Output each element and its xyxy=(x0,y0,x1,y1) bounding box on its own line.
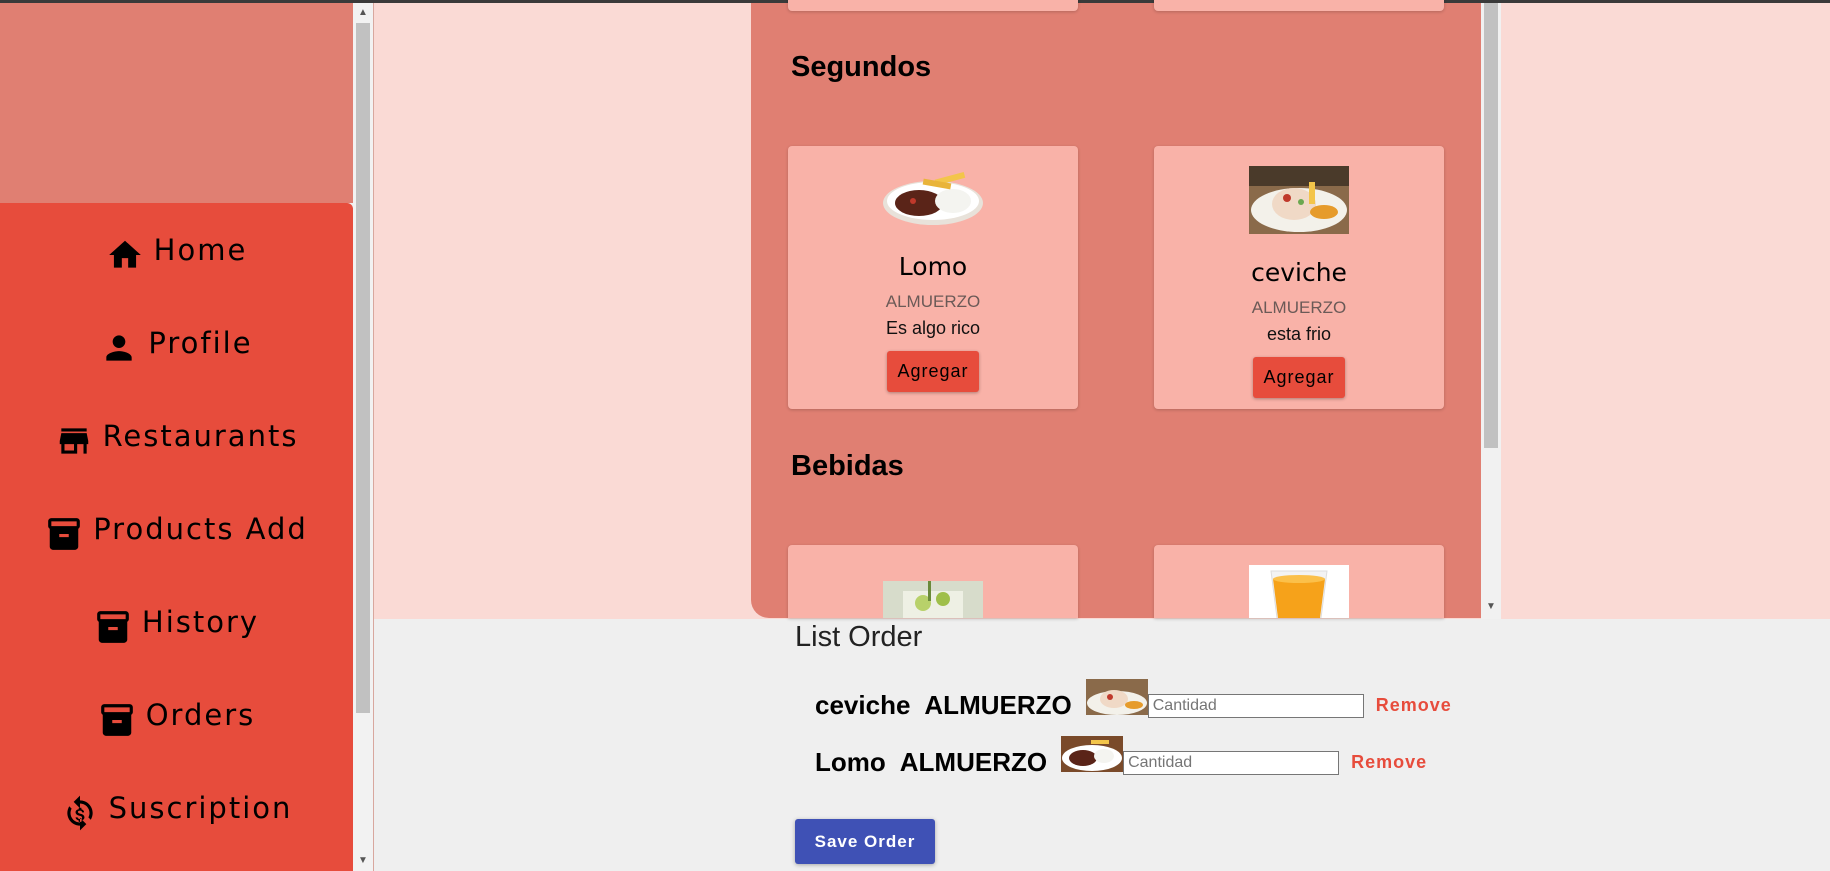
sidebar-item-restaurants[interactable]: Restaurants xyxy=(0,389,353,482)
sidebar-item-label: Home xyxy=(153,232,248,267)
product-description: Es algo rico xyxy=(885,318,981,338)
order-list-title: List Order xyxy=(795,621,923,653)
order-item-image xyxy=(1085,678,1148,715)
sidebar-item-label: Restaurants xyxy=(102,418,299,453)
sidebar-item-history[interactable]: History xyxy=(0,575,353,668)
order-item-image xyxy=(1061,735,1124,772)
add-product-button[interactable]: Agregar xyxy=(1253,357,1345,398)
product-card-lomo: Lomo ALMUERZO Es algo rico Agregar xyxy=(788,146,1078,409)
sidebar-item-label: Profile xyxy=(148,325,253,360)
product-name: Lomo xyxy=(898,252,968,281)
sidebar-item-orders[interactable]: Orders xyxy=(0,668,353,761)
remove-button[interactable]: Remove xyxy=(1351,752,1427,773)
store-icon xyxy=(59,427,88,454)
sidebar-item-label: Orders xyxy=(145,697,256,732)
section-title: Segundos xyxy=(791,51,932,83)
add-product-button[interactable]: Agregar xyxy=(887,351,979,392)
scroll-down-icon[interactable]: ▼ xyxy=(1486,601,1496,612)
sidebar: Home Profile Restaurants Products Add Hi… xyxy=(0,203,353,871)
scrollbar-thumb[interactable] xyxy=(356,23,370,713)
product-image xyxy=(883,171,983,226)
sidebar-item-label: History xyxy=(141,604,260,639)
archive-icon xyxy=(97,610,129,643)
order-item-category: ALMUERZO xyxy=(924,690,1072,720)
sidebar-item-suscription[interactable]: Suscription xyxy=(0,761,353,854)
sidebar-scrollbar[interactable]: ▲ ▼ xyxy=(353,3,374,871)
product-card xyxy=(788,0,1078,11)
remove-button[interactable]: Remove xyxy=(1376,695,1452,716)
products-scrollbar[interactable]: ▼ xyxy=(1481,3,1501,619)
archive-icon xyxy=(100,703,133,736)
order-item-lomo: Lomo ALMUERZO Remove xyxy=(815,735,1427,778)
product-card xyxy=(1154,0,1444,11)
product-image xyxy=(883,581,983,618)
product-image xyxy=(1249,166,1349,234)
product-description: esta frio xyxy=(1266,324,1332,344)
order-item-name: Lomo xyxy=(815,747,886,777)
menu-panel: Segundos Lomo ALMUERZO Es algo rico Agre… xyxy=(751,0,1481,618)
archive-icon xyxy=(48,517,81,550)
sidebar-header xyxy=(0,3,353,203)
order-item-category: ALMUERZO xyxy=(899,747,1048,777)
product-name: ceviche xyxy=(1251,258,1347,287)
quantity-input[interactable] xyxy=(1123,750,1340,775)
scrollbar-thumb[interactable] xyxy=(1484,3,1498,448)
order-item-name: ceviche xyxy=(815,690,911,720)
order-item-ceviche: ceviche ALMUERZO Remove xyxy=(815,678,1452,721)
scroll-down-icon[interactable]: ▼ xyxy=(358,855,368,866)
product-card xyxy=(788,545,1078,618)
sidebar-item-home[interactable]: Home xyxy=(0,203,353,296)
sidebar-item-profile[interactable]: Profile xyxy=(0,296,353,389)
product-card xyxy=(1154,545,1444,618)
section-title: Bebidas xyxy=(791,450,904,482)
save-order-button[interactable]: Save Order xyxy=(795,819,935,864)
sidebar-item-products-add[interactable]: Products Add xyxy=(0,482,353,575)
sync-dollar-icon xyxy=(66,795,93,830)
product-card-ceviche: ceviche ALMUERZO esta frio Agregar xyxy=(1154,146,1444,409)
product-category: ALMUERZO xyxy=(1251,298,1347,317)
product-image xyxy=(1249,565,1349,618)
quantity-input[interactable] xyxy=(1147,693,1364,718)
product-category: ALMUERZO xyxy=(885,292,981,311)
sidebar-item-label: Products Add xyxy=(93,511,308,546)
scroll-up-icon[interactable]: ▲ xyxy=(358,7,368,18)
person-icon xyxy=(106,334,133,361)
home-icon xyxy=(108,240,141,268)
sidebar-item-label: Suscription xyxy=(108,790,293,825)
